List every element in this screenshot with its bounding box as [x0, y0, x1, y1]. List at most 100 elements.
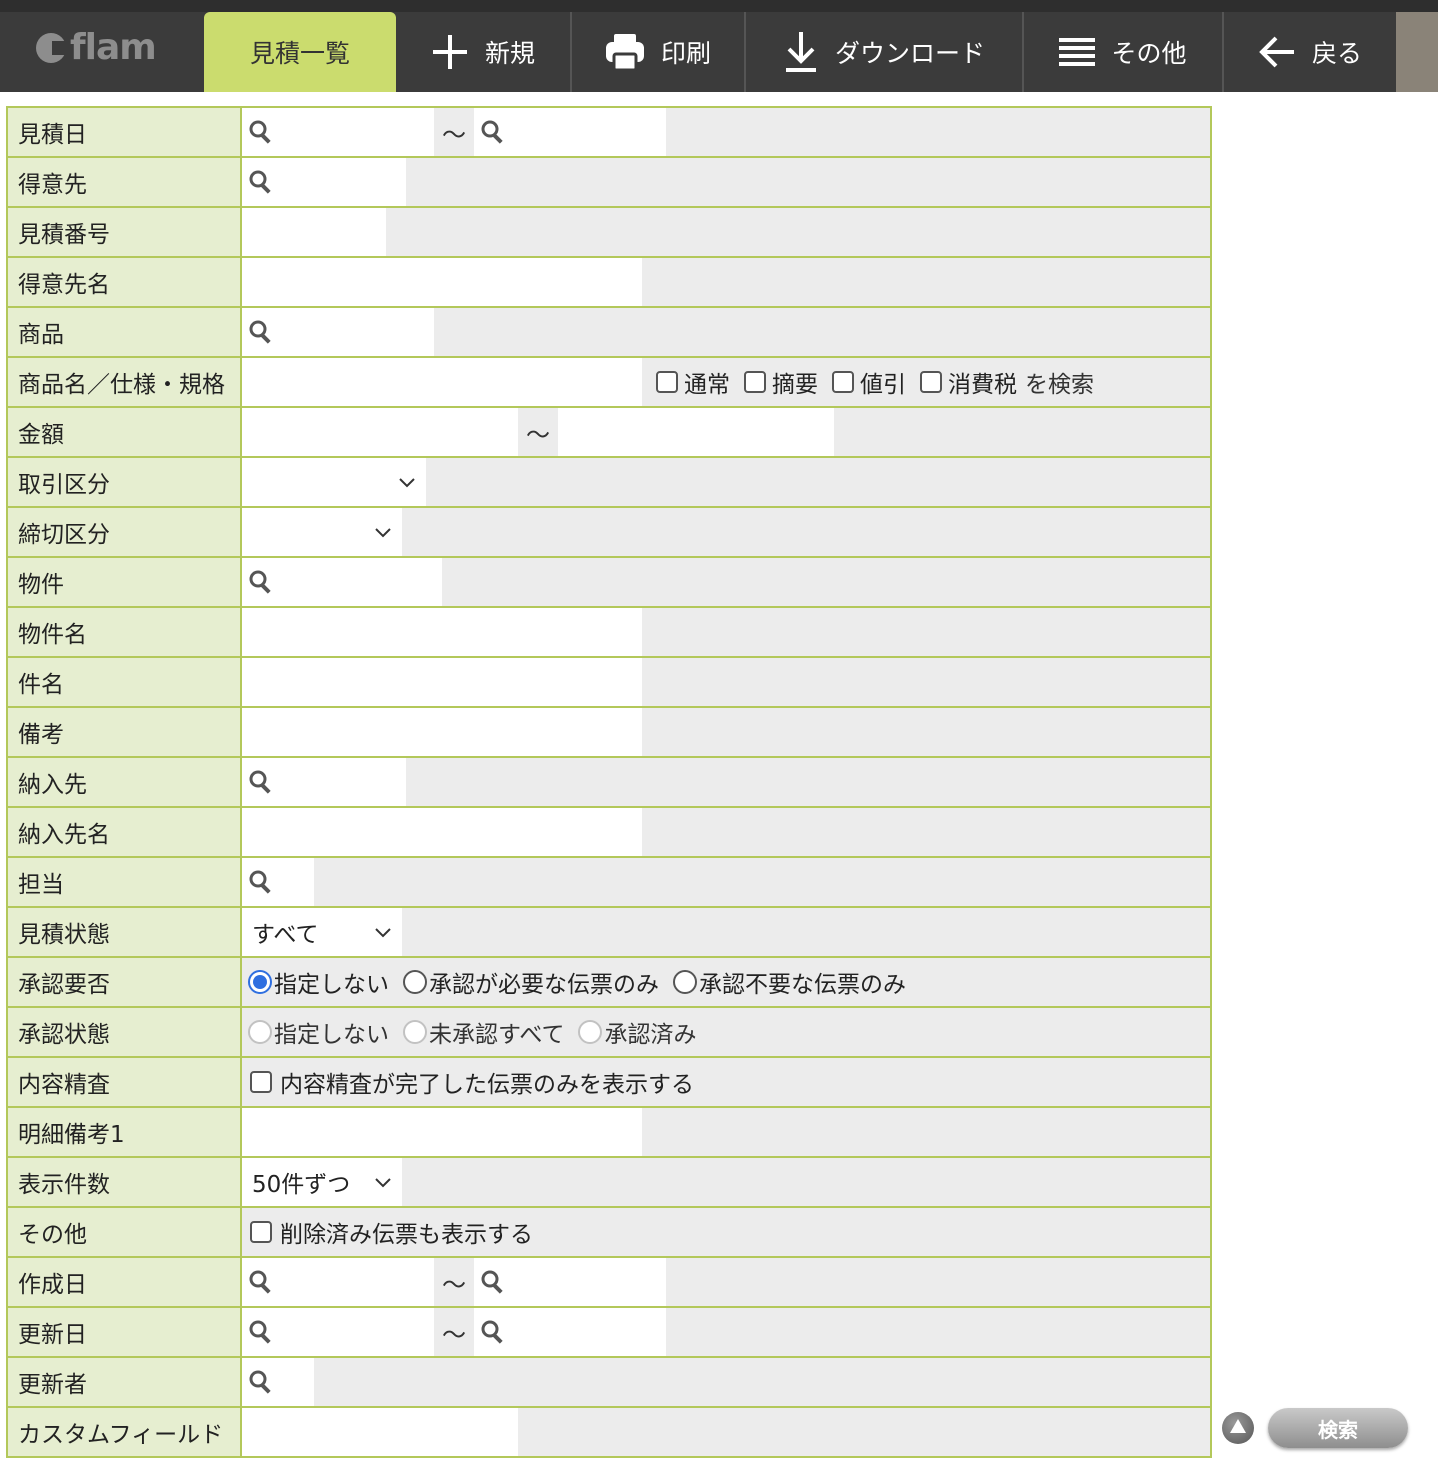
- range-tilde: ～: [442, 1270, 466, 1299]
- label-customer: 得意先: [8, 158, 242, 206]
- approval-status-option-label: 指定しない: [274, 1022, 389, 1048]
- property-code-field[interactable]: [242, 558, 442, 606]
- row-property: 物件: [8, 558, 1210, 608]
- search-icon[interactable]: [242, 1319, 274, 1345]
- search-button[interactable]: 検索: [1268, 1408, 1408, 1448]
- summary-label: 摘要: [772, 372, 818, 398]
- approval-status-option[interactable]: 未承認すべて: [403, 1015, 564, 1049]
- amount-from-field[interactable]: [242, 408, 518, 456]
- content-check-checkbox[interactable]: [250, 1071, 272, 1093]
- detail-remarks1-field[interactable]: [242, 1108, 642, 1156]
- label-property: 物件: [8, 558, 242, 606]
- subject-field[interactable]: [242, 658, 642, 706]
- download-button[interactable]: ダウンロード: [744, 12, 1022, 92]
- back-button[interactable]: 戻る: [1222, 12, 1396, 92]
- scroll-top-button[interactable]: [1222, 1412, 1254, 1444]
- new-button[interactable]: 新規: [396, 12, 570, 92]
- row-customer-name: 得意先名: [8, 258, 1210, 308]
- tax-checkbox[interactable]: [920, 371, 942, 393]
- search-icon[interactable]: [242, 869, 274, 895]
- trade-type-select[interactable]: [242, 458, 426, 506]
- property-name-field[interactable]: [242, 608, 642, 656]
- closing-type-select[interactable]: [242, 508, 402, 556]
- approval-required-option[interactable]: 承認不要な伝票のみ: [673, 965, 906, 999]
- delivery-name-field[interactable]: [242, 808, 642, 856]
- product-code-field[interactable]: [242, 308, 434, 356]
- tax-label: 消費税: [948, 372, 1017, 398]
- show-deleted-checkbox[interactable]: [250, 1221, 272, 1243]
- updated-date-from-field[interactable]: [242, 1308, 434, 1356]
- quote-no-field[interactable]: [242, 208, 386, 256]
- search-icon[interactable]: [242, 769, 274, 795]
- approval-status-radio[interactable]: [248, 1020, 272, 1044]
- discount-checkbox[interactable]: [832, 371, 854, 393]
- customer-code-field[interactable]: [242, 158, 406, 206]
- display-count-select[interactable]: 50件ずつ: [242, 1158, 402, 1206]
- top-nav-bar: flam 見積一覧 新規 印刷 ダウンロード その他 戻る: [0, 0, 1438, 92]
- row-custom-field: カスタムフィールド: [8, 1408, 1210, 1456]
- updated-date-to-field[interactable]: [474, 1308, 666, 1356]
- search-icon[interactable]: [474, 1269, 506, 1295]
- quote-status-select[interactable]: すべて: [242, 908, 402, 956]
- row-quote-status: 見積状態 すべて: [8, 908, 1210, 958]
- approval-status-option[interactable]: 承認済み: [578, 1015, 696, 1049]
- approval-status-option[interactable]: 指定しない: [248, 1015, 389, 1049]
- approval-status-radio[interactable]: [578, 1020, 603, 1044]
- label-delivery-name: 納入先名: [8, 808, 242, 856]
- logo-text: flam: [70, 27, 157, 68]
- summary-checkbox[interactable]: [744, 371, 766, 393]
- chevron-down-icon: [398, 469, 416, 495]
- top-line: [0, 0, 1438, 12]
- row-delivery-name: 納入先名: [8, 808, 1210, 858]
- approval-required-option[interactable]: 指定しない: [248, 965, 389, 999]
- search-icon[interactable]: [242, 1369, 274, 1395]
- updated-by-field[interactable]: [242, 1358, 314, 1406]
- search-icon[interactable]: [242, 569, 274, 595]
- approval-required-radio[interactable]: [673, 970, 697, 994]
- normal-checkbox[interactable]: [656, 371, 678, 393]
- print-button[interactable]: 印刷: [570, 12, 744, 92]
- created-date-to-field[interactable]: [474, 1258, 666, 1306]
- label-updated-by: 更新者: [8, 1358, 242, 1406]
- quote-date-from-field[interactable]: [242, 108, 434, 156]
- search-icon[interactable]: [474, 1319, 506, 1345]
- plus-icon: [431, 33, 469, 71]
- label-quote-status: 見積状態: [8, 908, 242, 956]
- content-check-option[interactable]: 内容精査が完了した伝票のみを表示する: [250, 1065, 694, 1099]
- product-name-field[interactable]: [242, 358, 642, 406]
- staff-code-field[interactable]: [242, 858, 314, 906]
- tab-quote-list[interactable]: 見積一覧: [204, 12, 396, 92]
- search-icon[interactable]: [474, 119, 506, 145]
- other-menu-button[interactable]: その他: [1022, 12, 1222, 92]
- option-discount[interactable]: 値引: [832, 365, 906, 399]
- label-subject: 件名: [8, 658, 242, 706]
- back-button-label: 戻る: [1311, 39, 1362, 68]
- approval-required-radio[interactable]: [403, 970, 427, 994]
- delivery-code-field[interactable]: [242, 758, 406, 806]
- option-tax[interactable]: 消費税: [920, 365, 1017, 399]
- amount-to-field[interactable]: [558, 408, 834, 456]
- search-icon[interactable]: [242, 169, 274, 195]
- customer-name-field[interactable]: [242, 258, 642, 306]
- label-trade-type: 取引区分: [8, 458, 242, 506]
- custom-field-input[interactable]: [242, 1408, 518, 1456]
- search-suffix-text: を検索: [1025, 372, 1094, 398]
- print-button-label: 印刷: [660, 39, 711, 68]
- option-normal[interactable]: 通常: [656, 365, 730, 399]
- search-icon[interactable]: [242, 119, 274, 145]
- label-quote-date: 見積日: [8, 108, 242, 156]
- search-icon[interactable]: [242, 319, 274, 345]
- show-deleted-option[interactable]: 削除済み伝票も表示する: [250, 1215, 533, 1249]
- remarks-field[interactable]: [242, 708, 642, 756]
- display-count-value: 50件ずつ: [252, 1172, 351, 1198]
- approval-status-radio[interactable]: [403, 1020, 427, 1044]
- approval-required-radio[interactable]: [248, 970, 272, 994]
- quote-date-to-field[interactable]: [474, 108, 666, 156]
- option-summary[interactable]: 摘要: [744, 365, 818, 399]
- chevron-down-icon: [374, 1169, 392, 1195]
- label-product: 商品: [8, 308, 242, 356]
- approval-required-option[interactable]: 承認が必要な伝票のみ: [403, 965, 659, 999]
- search-icon[interactable]: [242, 1269, 274, 1295]
- flam-logo[interactable]: flam: [36, 27, 157, 68]
- created-date-from-field[interactable]: [242, 1258, 434, 1306]
